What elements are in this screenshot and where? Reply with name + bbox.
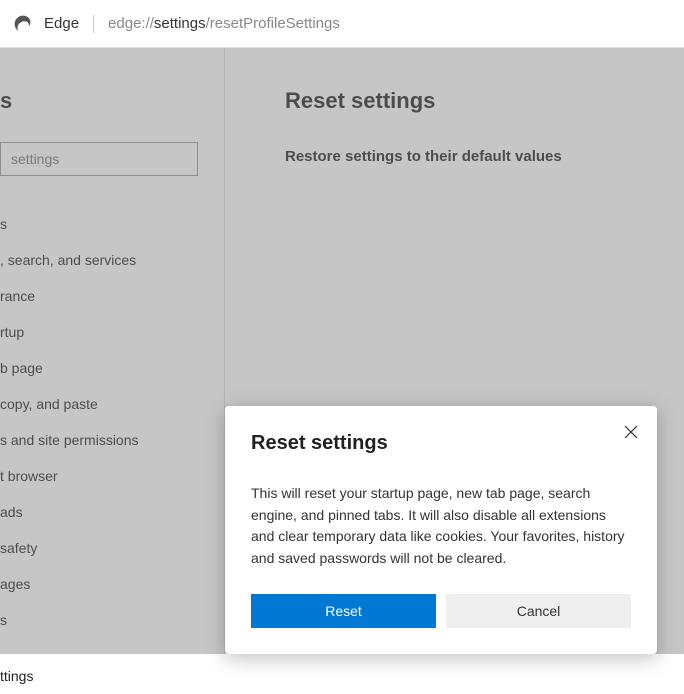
browser-label: Edge [44, 15, 79, 32]
dialog-body-text: This will reset your startup page, new t… [251, 483, 631, 570]
cancel-button[interactable]: Cancel [446, 594, 631, 628]
reset-settings-dialog: Reset settings This will reset your star… [225, 406, 657, 654]
sidebar-item[interactable]: ttings [0, 658, 224, 694]
address-bar[interactable]: Edge edge://settings/resetProfileSetting… [0, 0, 684, 48]
url-display[interactable]: edge://settings/resetProfileSettings [108, 15, 340, 32]
dialog-button-row: Reset Cancel [251, 594, 631, 628]
dialog-title: Reset settings [251, 432, 631, 455]
close-icon[interactable] [621, 422, 641, 442]
edge-logo-icon [12, 13, 34, 35]
address-divider [93, 15, 94, 33]
url-middle: settings [154, 15, 206, 32]
url-prefix: edge:// [108, 15, 154, 32]
reset-button[interactable]: Reset [251, 594, 436, 628]
url-suffix: /resetProfileSettings [206, 15, 340, 32]
